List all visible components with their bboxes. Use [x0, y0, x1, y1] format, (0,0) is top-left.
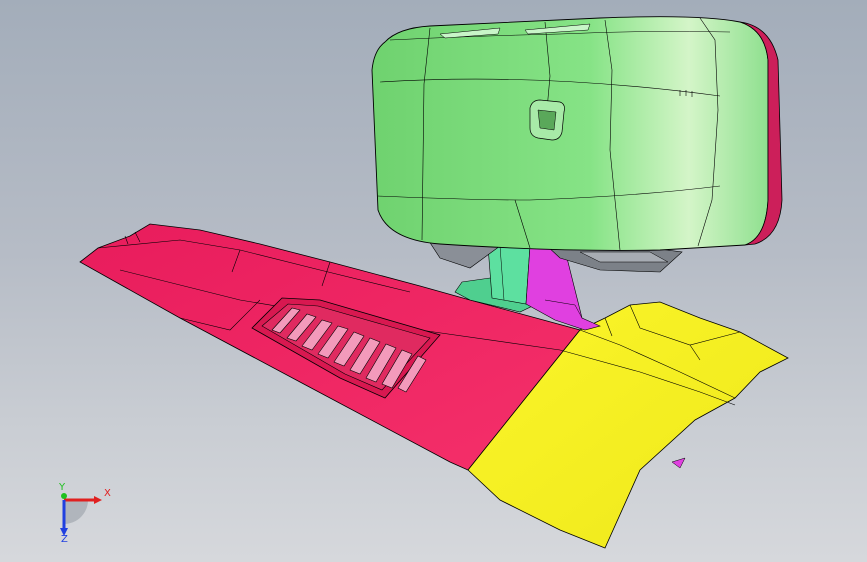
y-axis-label: Y: [58, 482, 66, 493]
z-axis-label: Z: [61, 534, 68, 542]
3d-model-scene[interactable]: [0, 0, 867, 562]
housing[interactable]: [371, 16, 783, 251]
x-axis-label: X: [104, 488, 111, 499]
orientation-triad: X Y Z: [58, 482, 111, 542]
y-axis-dot: [61, 493, 67, 499]
x-axis-head: [94, 496, 102, 504]
graphics-viewport[interactable]: X Y Z: [0, 0, 867, 562]
